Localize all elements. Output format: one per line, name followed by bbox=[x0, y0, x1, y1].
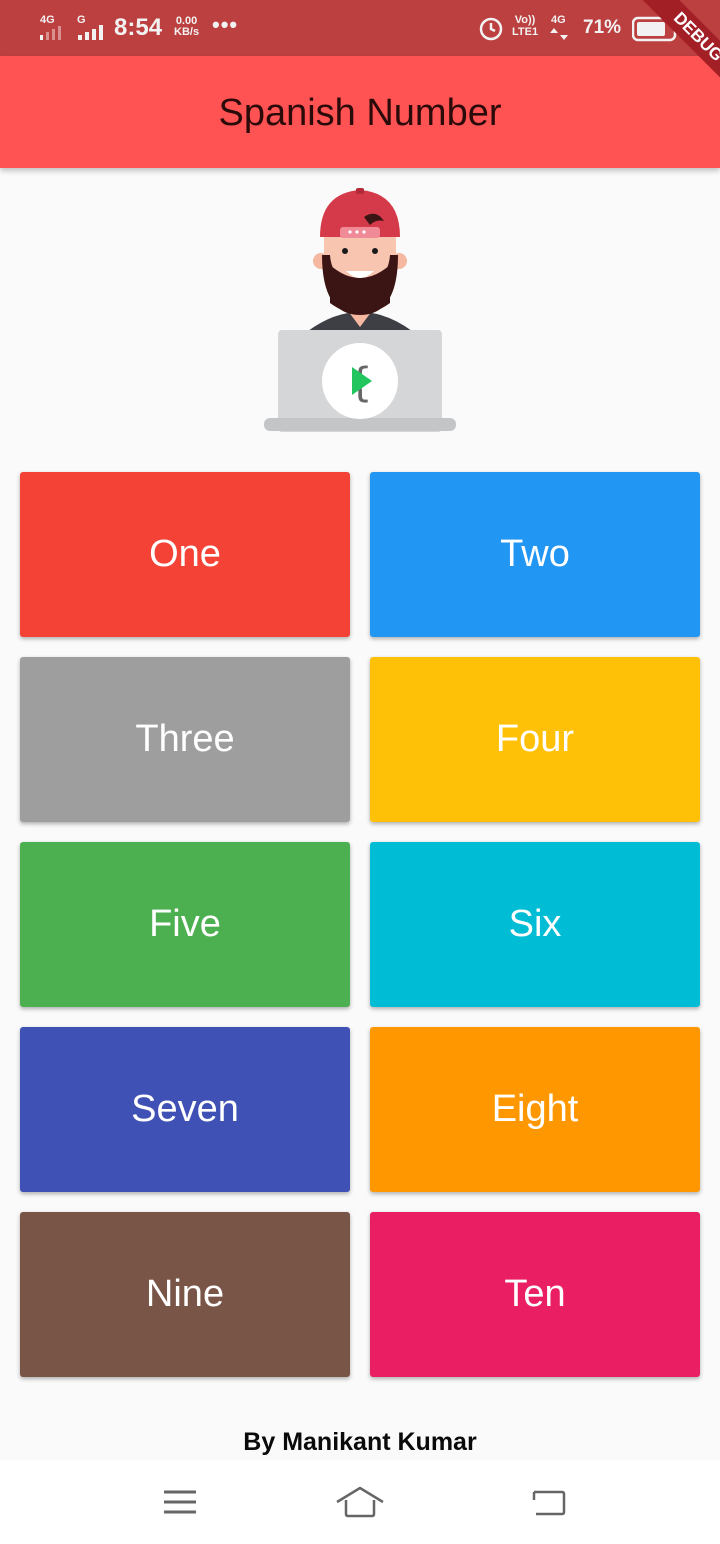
developer-illustration: { bbox=[264, 188, 456, 432]
network-type-1: 4G bbox=[40, 14, 55, 26]
number-button-eight[interactable]: Eight bbox=[370, 1027, 700, 1192]
number-button-nine[interactable]: Nine bbox=[20, 1212, 350, 1377]
network-speed-unit: KB/s bbox=[174, 26, 200, 38]
number-button-four[interactable]: Four bbox=[370, 657, 700, 822]
volte-label: Vo)) bbox=[514, 14, 536, 26]
number-button-three[interactable]: Three bbox=[20, 657, 350, 822]
number-button-six[interactable]: Six bbox=[370, 842, 700, 1007]
number-button-five[interactable]: Five bbox=[20, 842, 350, 1007]
app-bar: Spanish Number bbox=[0, 56, 720, 168]
back-icon[interactable] bbox=[522, 1478, 578, 1528]
alarm-icon bbox=[479, 17, 503, 41]
number-button-one[interactable]: One bbox=[20, 472, 350, 637]
volte-indicator: Vo)) LTE1 bbox=[512, 14, 538, 38]
signal-strength-icon bbox=[40, 26, 61, 40]
clock: 8:54 bbox=[114, 14, 163, 41]
network-type-3: 4G bbox=[551, 14, 566, 26]
home-icon[interactable] bbox=[332, 1478, 388, 1528]
number-button-seven[interactable]: Seven bbox=[20, 1027, 350, 1192]
menu-icon[interactable] bbox=[152, 1478, 208, 1528]
number-button-ten[interactable]: Ten bbox=[370, 1212, 700, 1377]
more-notifications-icon: ••• bbox=[212, 12, 239, 37]
signal-strength-icon-2 bbox=[78, 25, 103, 40]
battery-percent: 71% bbox=[583, 17, 622, 38]
system-navigation-bar bbox=[0, 1460, 720, 1544]
battery-icon bbox=[632, 16, 680, 42]
network-speed: 0.00 KB/s bbox=[174, 16, 199, 38]
data-arrows-icon bbox=[550, 28, 568, 40]
status-bar: 4G G 8:54 0.00 KB/s ••• Vo)) LTE1 4G 71% bbox=[0, 0, 720, 56]
number-button-two[interactable]: Two bbox=[370, 472, 700, 637]
author-credit: By Manikant Kumar bbox=[243, 1428, 477, 1456]
lte-label: LTE1 bbox=[512, 26, 539, 38]
app-title: Spanish Number bbox=[218, 92, 502, 134]
